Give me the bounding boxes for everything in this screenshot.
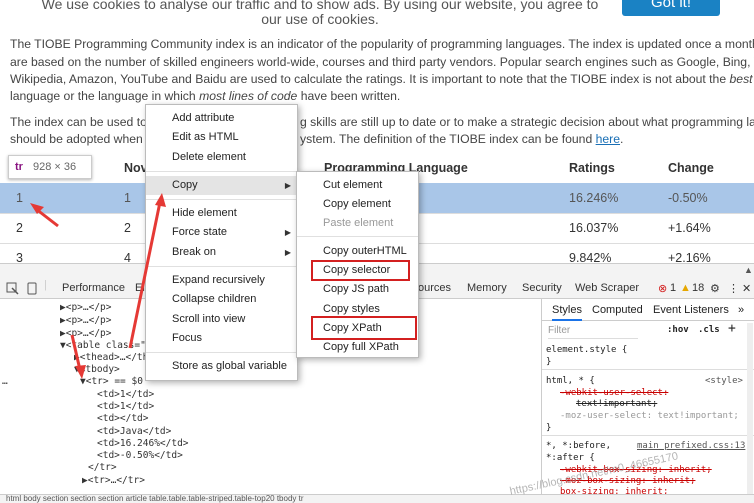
annotation-arrows [30,193,166,379]
arrow-to-copy [128,193,166,349]
arrow-to-tr-node [70,334,86,379]
arrow-to-row [30,203,59,228]
